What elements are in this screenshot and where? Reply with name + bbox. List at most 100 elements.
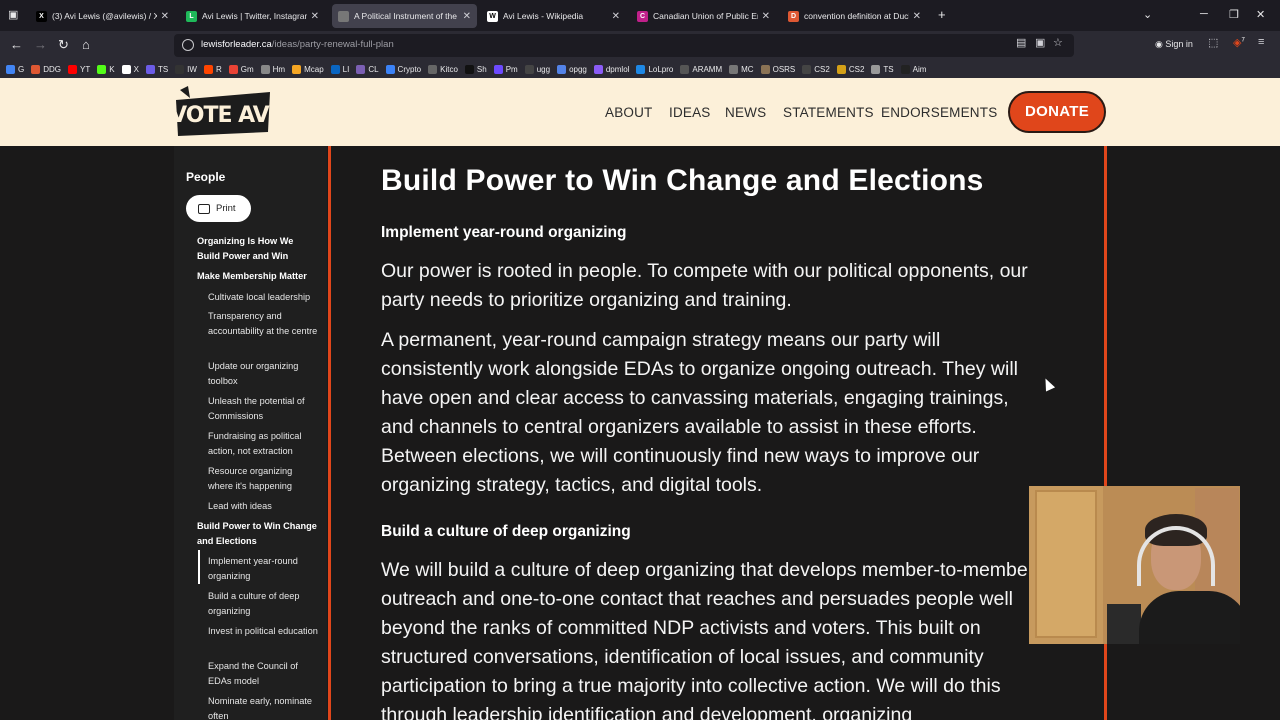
bookmark-favicon-icon (175, 64, 185, 74)
bookmark-item[interactable]: CL (356, 64, 379, 74)
browser-tab[interactable]: W Avi Lewis - Wikipedia ✕ (481, 4, 626, 28)
bookmark-label: CS2 (814, 64, 830, 74)
menu-icon[interactable]: ≡ (1258, 36, 1264, 48)
tab-close-icon[interactable]: ✕ (612, 11, 620, 22)
browser-tab[interactable]: L Avi Lewis | Twitter, Instagram, Fa ✕ (180, 4, 325, 28)
bookmark-item[interactable]: IW (175, 64, 197, 74)
bookmark-item[interactable]: Crypto (385, 64, 422, 74)
tab-close-icon[interactable]: ✕ (161, 11, 169, 22)
browser-tab[interactable]: Dconvention definition at DuckDu ✕ (782, 4, 927, 28)
screenshot-icon[interactable]: ▣ (1035, 36, 1045, 49)
bookmark-item[interactable]: ARAMM (680, 64, 722, 74)
tab-close-icon[interactable]: ✕ (913, 11, 921, 22)
forward-arrow-icon[interactable]: → (34, 37, 47, 52)
tab-title: Avi Lewis | Twitter, Instagram, Fa (202, 11, 307, 21)
bookmark-item[interactable]: ugg (524, 64, 550, 74)
bookmark-item[interactable]: Pm (493, 64, 518, 74)
minimize-button[interactable]: ─ (1200, 8, 1208, 20)
restore-button[interactable]: ❐ (1229, 8, 1239, 21)
bookmark-item[interactable]: Sh (464, 64, 487, 74)
tab-favicon-icon: D (788, 10, 799, 22)
bookmark-item[interactable]: LoLpro (636, 64, 673, 74)
bookmark-label: K (109, 64, 115, 74)
tab-close-icon[interactable]: ✕ (762, 11, 770, 22)
browser-tab[interactable]: A Political Instrument of the Pe ✕ (332, 4, 477, 28)
bookmark-item[interactable]: OSRS (760, 64, 795, 74)
bookmark-item[interactable]: dpmlol (593, 64, 629, 74)
bookmark-item[interactable]: TS (145, 64, 168, 74)
reader-view-icon[interactable]: ▤ (1016, 36, 1026, 49)
bookmark-item[interactable]: R (203, 64, 222, 74)
toc-active-indicator (198, 550, 200, 584)
bookmark-item[interactable]: Mcap (292, 64, 324, 74)
print-button[interactable]: Print (186, 195, 251, 222)
extensions-icon[interactable]: ⬚ (1208, 36, 1218, 49)
bookmark-item[interactable]: Hm (260, 64, 286, 74)
nav-ideas[interactable]: IDEAS (669, 105, 711, 120)
toc-subsection-link[interactable]: Expand the Council of EDAs model (208, 659, 318, 688)
bookmark-item[interactable]: Gm (228, 64, 254, 74)
bookmark-item[interactable]: CS2 (836, 64, 865, 74)
nav-statements[interactable]: STATEMENTS (783, 105, 874, 120)
extension-badge-count: 7 (1241, 37, 1245, 44)
section-heading-deep-organizing: Build a culture of deep organizing (381, 523, 631, 540)
bookmark-label: CS2 (848, 64, 865, 74)
bookmark-item[interactable]: Aim (900, 64, 926, 74)
sign-in-button[interactable]: ◉ Sign in (1155, 39, 1193, 50)
bookmark-item[interactable]: YT (68, 64, 90, 74)
table-of-contents-sidebar: People Print Organizing Is How We Build … (174, 146, 327, 720)
tab-close-icon[interactable]: ✕ (311, 11, 319, 22)
bookmark-label: Crypto (397, 64, 422, 74)
bookmark-item[interactable]: LI (330, 64, 349, 74)
bookmark-item[interactable]: DDG (31, 64, 61, 74)
bookmark-item[interactable]: CS2 (802, 64, 830, 74)
tab-close-icon[interactable]: ✕ (463, 11, 471, 22)
browser-tab[interactable]: C Canadian Union of Public Emplo ✕ (631, 4, 776, 28)
toc-subsection-link[interactable]: Implement year-round organizing (208, 554, 318, 583)
toc-subsection-link[interactable]: Resource organizing where it's happening (208, 464, 318, 493)
reload-icon[interactable]: ↻ (58, 37, 69, 53)
bookmark-item[interactable]: X (121, 64, 139, 74)
home-icon[interactable]: ⌂ (82, 37, 90, 52)
bookmark-item[interactable]: G (6, 64, 24, 74)
tab-overflow-chevron-icon[interactable]: ⌄ (1143, 8, 1152, 21)
site-info-icon[interactable] (182, 39, 194, 51)
bookmark-label: Hm (272, 64, 286, 74)
url-bar[interactable]: lewisforleader.ca/ideas/party-renewal-fu… (174, 34, 1074, 57)
new-tab-button[interactable]: + (938, 7, 946, 22)
toc-subsection-link[interactable]: Transparency and accountability at the c… (208, 309, 318, 338)
bookmark-favicon-icon (464, 64, 474, 74)
toc-section-link[interactable]: Make Membership Matter (197, 269, 317, 284)
bookmark-item[interactable]: TS (871, 64, 894, 74)
toc-subsection-link[interactable]: Invest in political education (208, 624, 318, 639)
toc-subsection-link[interactable]: Build a culture of deep organizing (208, 589, 318, 618)
back-arrow-icon[interactable]: ← (10, 37, 23, 52)
bookmark-star-icon[interactable]: ☆ (1053, 36, 1063, 49)
bookmark-favicon-icon (356, 64, 366, 74)
bookmark-item[interactable]: opgg (557, 64, 587, 74)
bookmark-favicon-icon (330, 64, 340, 74)
nav-endorsements[interactable]: ENDORSEMENTS (881, 105, 997, 120)
toc-subsection-link[interactable]: Nominate early, nominate often (208, 694, 318, 720)
bookmark-favicon-icon (760, 64, 770, 74)
toc-subsection-link[interactable]: Cultivate local leadership (208, 290, 318, 305)
bookmark-label: Gm (240, 64, 254, 74)
nav-about[interactable]: ABOUT (605, 105, 653, 120)
toc-subsection-link[interactable]: Unleash the potential of Commissions (208, 394, 318, 423)
nav-news[interactable]: NEWS (725, 105, 766, 120)
toc-subsection-link[interactable]: Lead with ideas (208, 499, 318, 514)
bookmark-favicon-icon (871, 64, 881, 74)
extension-badge-icon[interactable]: ◈7 (1233, 36, 1245, 49)
toc-subsection-link[interactable]: Fundraising as political action, not ext… (208, 429, 318, 458)
bookmark-item[interactable]: Kitco (428, 64, 458, 74)
browser-tab[interactable]: X (3) Avi Lewis (@avilewis) / X ✕ (30, 4, 175, 28)
donate-button[interactable]: DONATE (1008, 91, 1106, 133)
bookmark-item[interactable]: MC (729, 64, 754, 74)
toc-subsection-link[interactable]: Update our organizing toolbox (208, 359, 318, 388)
vote-avi-logo[interactable]: VOTE AVI (174, 86, 272, 138)
tab-list-icon[interactable]: ▣ (8, 8, 18, 21)
bookmark-item[interactable]: K (97, 64, 115, 74)
close-window-button[interactable]: ✕ (1256, 8, 1265, 21)
toc-section-link[interactable]: Organizing Is How We Build Power and Win (197, 234, 317, 263)
toc-section-link[interactable]: Build Power to Win Change and Elections (197, 519, 317, 548)
